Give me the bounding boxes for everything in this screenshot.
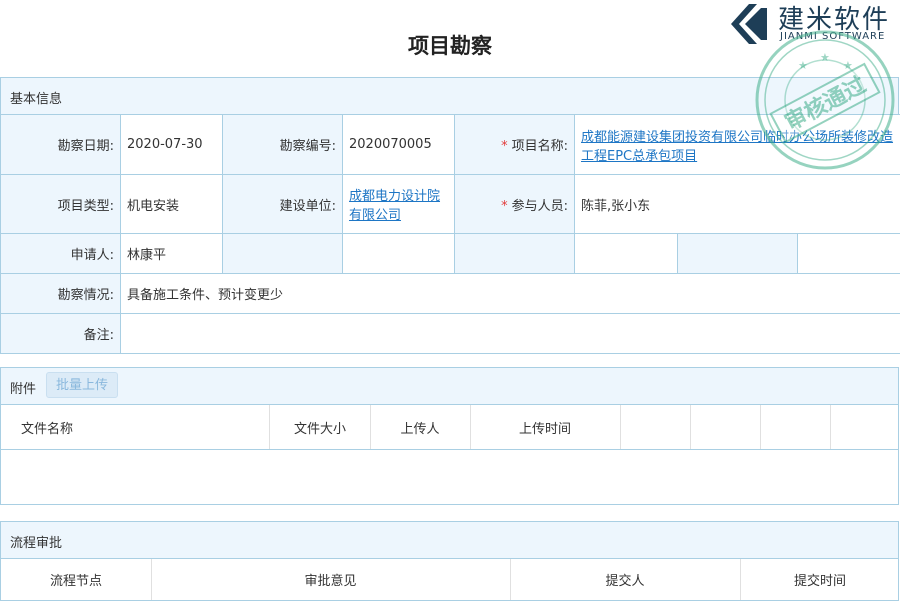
survey-date-label: 勘察日期: [1,115,121,175]
section-attachments: 附件 批量上传 [0,367,899,405]
survey-no-label: 勘察编号: [223,115,343,175]
applicant-label: 申请人: [1,234,121,274]
batch-upload-button[interactable]: 批量上传 [46,372,118,398]
empty-cell [455,234,575,274]
section-title: 基本信息 [10,88,62,107]
jianmi-logo-icon [727,2,771,46]
section-title: 附件 [10,378,36,397]
table-row: 申请人: 林康平 [1,234,900,274]
survey-date-value: 2020-07-30 [121,115,223,175]
column-header-uploader: 上传人 [370,405,471,449]
attachments-header-row: 文件名称 文件大小 上传人 上传时间 [0,405,899,450]
column-header-flow-node: 流程节点 [1,559,152,600]
project-type-label: 项目类型: [1,175,121,234]
participants-label-cell: * 参与人员: [455,175,575,234]
workflow-header-row: 流程节点 审批意见 提交人 提交时间 [0,559,899,601]
column-header-file-size: 文件大小 [270,405,371,449]
participants-label: 参与人员: [512,199,568,214]
column-header-approval-opinion: 审批意见 [151,559,511,600]
section-basic-info: 基本信息 [0,77,899,115]
builder-label: 建设单位: [223,175,343,234]
project-name-link[interactable]: 成都能源建设集团投资有限公司临时办公场所装修改造工程EPC总承包项目 [581,130,893,164]
builder-cell: 成都电力设计院有限公司 [343,175,455,234]
basic-info-table: 勘察日期: 2020-07-30 勘察编号: 2020070005 * 项目名称:… [0,114,900,354]
table-row: 备注: [1,314,900,354]
project-name-label-cell: * 项目名称: [455,115,575,175]
empty-cell [223,234,343,274]
empty-cell [575,234,678,274]
column-header-file-name: 文件名称 [1,405,270,449]
attachments-empty-body [0,450,899,505]
remark-value [121,314,900,354]
column-header-submit-time: 提交时间 [740,559,900,600]
required-mark: * [501,139,508,154]
situation-value: 具备施工条件、预计变更少 [121,274,900,314]
situation-label: 勘察情况: [1,274,121,314]
table-row: 勘察情况: 具备施工条件、预计变更少 [1,274,900,314]
participants-value: 陈菲,张小东 [575,175,900,234]
remark-label: 备注: [1,314,121,354]
empty-cell [343,234,455,274]
column-header-empty [760,405,831,449]
project-name-label: 项目名称: [512,139,568,154]
applicant-value: 林康平 [121,234,223,274]
empty-cell [678,234,798,274]
table-row: 项目类型: 机电安装 建设单位: 成都电力设计院有限公司 * 参与人员: 陈菲,张… [1,175,900,234]
builder-link[interactable]: 成都电力设计院有限公司 [349,189,440,223]
column-header-empty [690,405,761,449]
section-workflow: 流程审批 [0,521,899,559]
column-header-upload-time: 上传时间 [470,405,621,449]
empty-cell [798,234,900,274]
table-row: 勘察日期: 2020-07-30 勘察编号: 2020070005 * 项目名称:… [1,115,900,175]
column-header-empty [620,405,691,449]
project-type-value: 机电安装 [121,175,223,234]
column-header-submitter: 提交人 [510,559,741,600]
brand-logo: 建米软件 JIANMI SOFTWARE [725,0,900,48]
project-name-cell: 成都能源建设集团投资有限公司临时办公场所装修改造工程EPC总承包项目 [575,115,900,175]
survey-no-value: 2020070005 [343,115,455,175]
brand-name-en: JIANMI SOFTWARE [780,31,885,42]
section-title: 流程审批 [10,532,62,551]
required-mark: * [501,199,508,214]
